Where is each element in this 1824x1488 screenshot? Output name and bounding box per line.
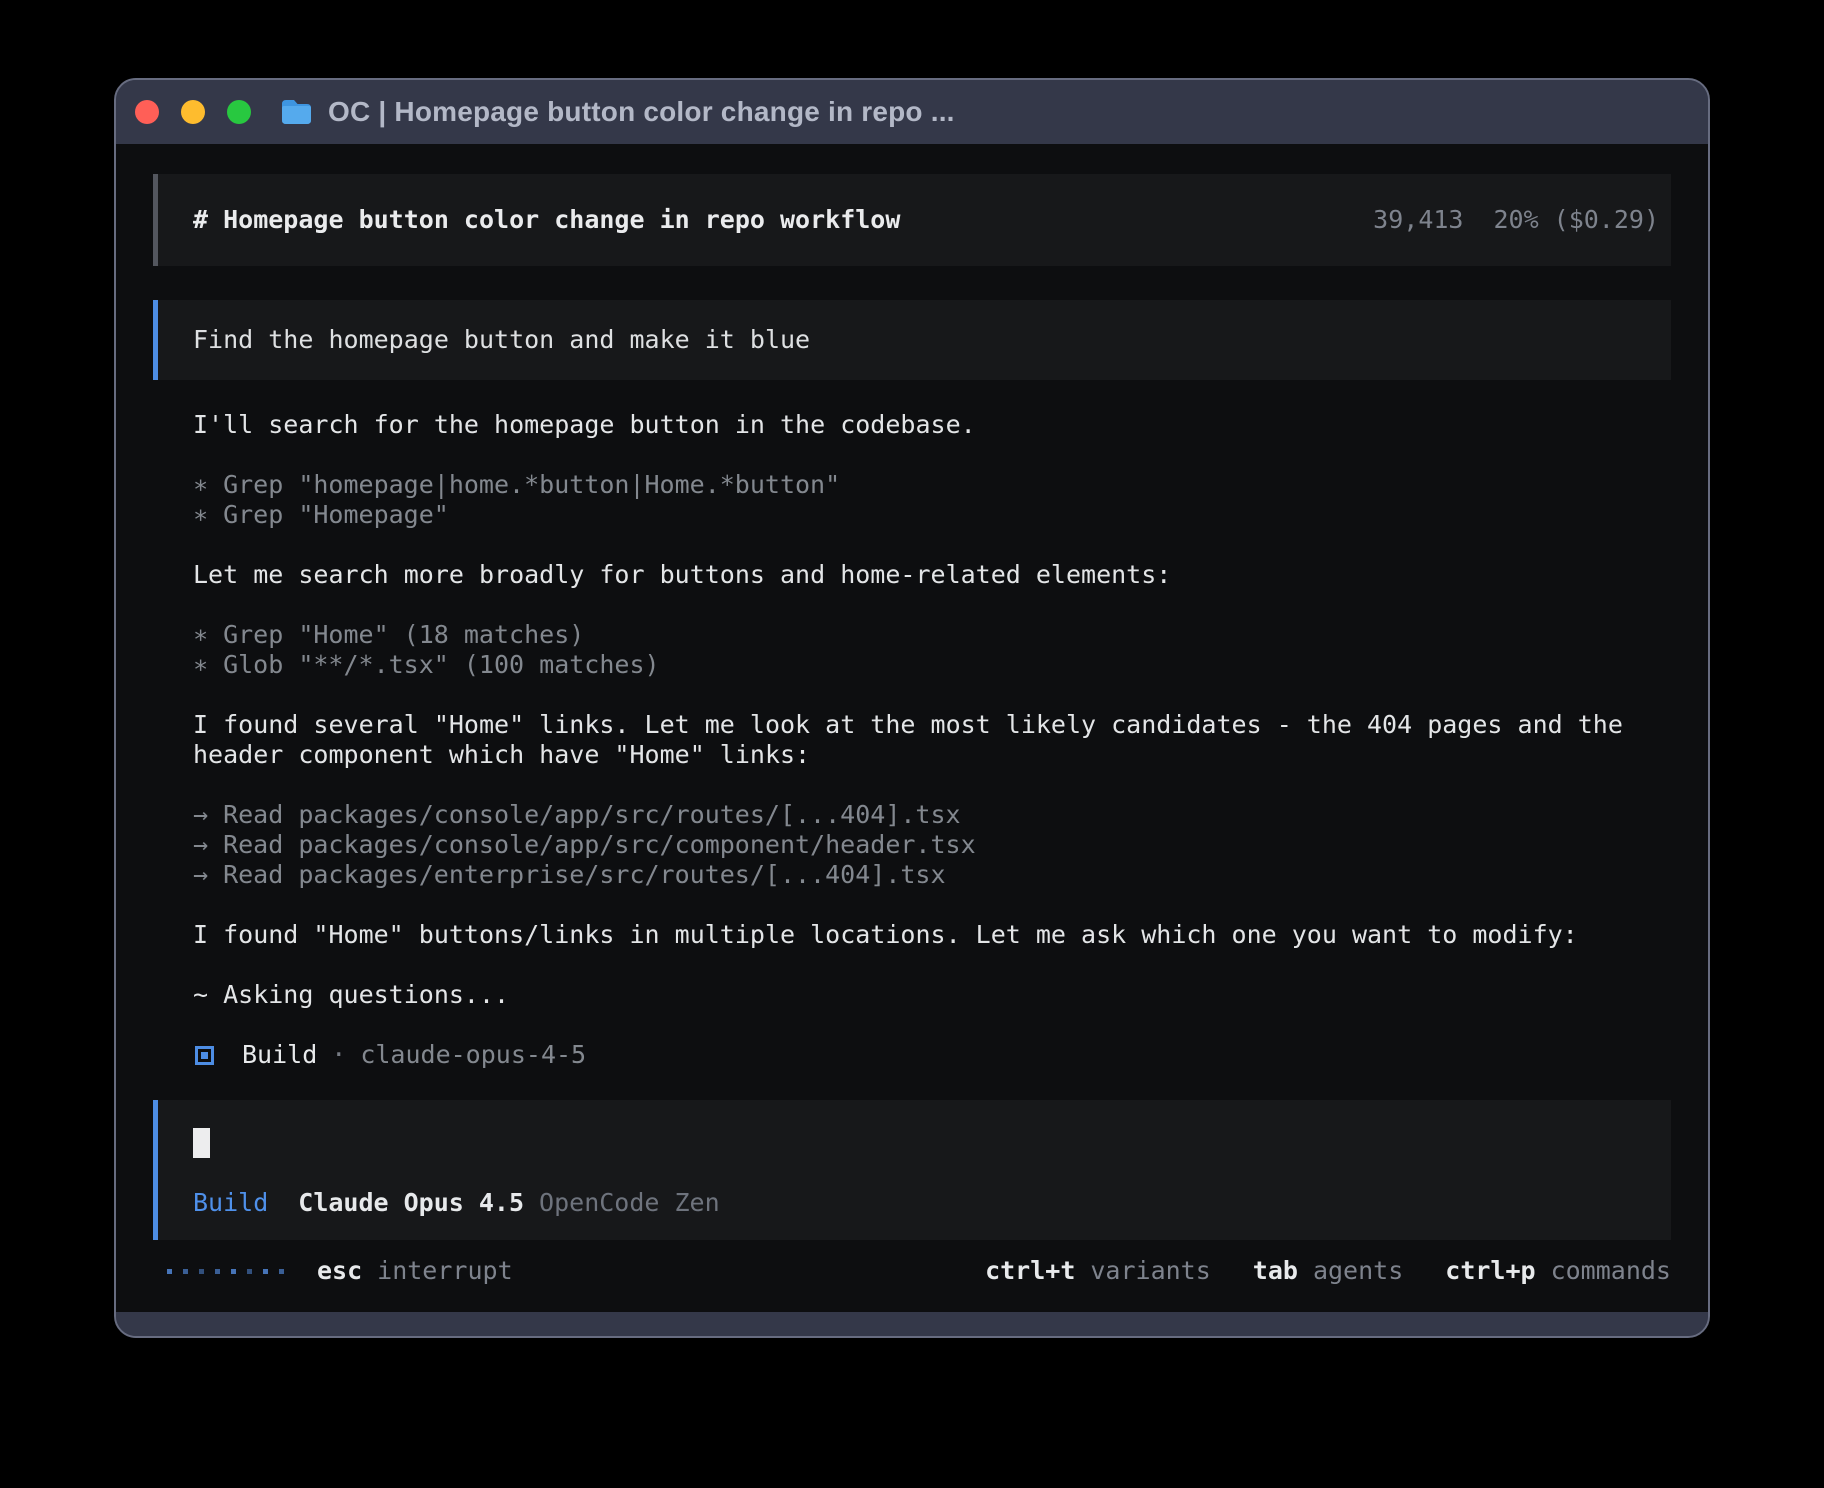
- user-message: Find the homepage button and make it blu…: [153, 300, 1671, 380]
- tool-marker-icon: ∗: [193, 470, 208, 499]
- input-agent-label[interactable]: Build: [193, 1188, 268, 1218]
- status-bar: esc interrupt ctrl+t variants tab agents c…: [153, 1256, 1671, 1286]
- context-percent: 20%: [1493, 205, 1538, 234]
- titlebar[interactable]: OC | Homepage button color change in rep…: [116, 80, 1708, 144]
- tool-marker-icon: ∗: [193, 500, 208, 529]
- arrow-right-icon: →: [193, 800, 208, 829]
- arrow-right-icon: →: [193, 830, 208, 859]
- agent-name: Build: [242, 1040, 317, 1070]
- spinner-dots-icon: [167, 1269, 284, 1274]
- assistant-text-line: I found several "Home" links. Let me loo…: [193, 710, 1671, 740]
- assistant-text: I found "Home" buttons/links in multiple…: [193, 920, 1671, 950]
- agent-badge: Build · claude-opus-4-5: [193, 1040, 1671, 1070]
- shortcut-commands: ctrl+p commands: [1445, 1256, 1671, 1286]
- window-footer: [116, 1312, 1708, 1336]
- esc-action-hint: interrupt: [377, 1256, 512, 1286]
- shortcut-agents: tab agents: [1253, 1256, 1403, 1286]
- tool-call-glob: ∗ Glob "**/*.tsx" (100 matches): [193, 650, 1671, 680]
- assistant-transcript: I'll search for the homepage button in t…: [193, 410, 1671, 1070]
- zoom-button[interactable]: [227, 100, 251, 124]
- text-cursor: [193, 1128, 210, 1158]
- shortcut-action: commands: [1551, 1256, 1671, 1285]
- window-title: OC | Homepage button color change in rep…: [328, 96, 955, 128]
- assistant-text-line: header component which have "Home" links…: [193, 740, 1671, 770]
- session-header: # Homepage button color change in repo w…: [153, 174, 1671, 266]
- tool-call-read: → Read packages/console/app/src/component…: [193, 830, 1671, 860]
- status-left: esc interrupt: [153, 1256, 513, 1286]
- terminal-content: # Homepage button color change in repo w…: [116, 144, 1708, 1312]
- tool-call-text: Read packages/console/app/src/component/…: [223, 830, 976, 859]
- prompt-input[interactable]: Build Claude Opus 4.5 OpenCode Zen: [153, 1100, 1671, 1240]
- token-count: 39,413: [1373, 205, 1463, 234]
- traffic-lights: [135, 100, 251, 124]
- arrow-right-icon: →: [193, 860, 208, 889]
- tool-call-text: Grep "Homepage": [223, 500, 449, 529]
- tool-call-text: Grep "homepage|home.*button|Home.*button…: [223, 470, 840, 499]
- tool-call-text: Grep "Home" (18 matches): [223, 620, 584, 649]
- shortcut-action: variants: [1090, 1256, 1210, 1285]
- session-title: # Homepage button color change in repo w…: [193, 205, 900, 235]
- title-group: OC | Homepage button color change in rep…: [280, 80, 955, 144]
- folder-icon: [280, 98, 313, 126]
- shortcut-key: ctrl+p: [1445, 1256, 1535, 1285]
- tool-call-read: → Read packages/console/app/src/routes/[.…: [193, 800, 1671, 830]
- shortcut-key: tab: [1253, 1256, 1298, 1285]
- tool-marker-icon: ∗: [193, 650, 208, 679]
- status-right: ctrl+t variants tab agents ctrl+p commands: [985, 1256, 1671, 1286]
- assistant-status: ~ Asking questions...: [193, 980, 1671, 1010]
- tool-call-group: ∗ Grep "Home" (18 matches) ∗ Glob "**/*.ts…: [193, 620, 1671, 680]
- input-provider-label: OpenCode Zen: [539, 1188, 720, 1218]
- tool-call-grep: ∗ Grep "homepage|home.*button|Home.*butto…: [193, 470, 1671, 500]
- input-model-label[interactable]: Claude Opus 4.5: [298, 1188, 524, 1218]
- tool-call-grep: ∗ Grep "Home" (18 matches): [193, 620, 1671, 650]
- session-cost: ($0.29): [1554, 205, 1659, 234]
- shortcut-variants: ctrl+t variants: [985, 1256, 1211, 1286]
- tool-marker-icon: ∗: [193, 620, 208, 649]
- minimize-button[interactable]: [181, 100, 205, 124]
- tool-call-text: Glob "**/*.tsx" (100 matches): [223, 650, 660, 679]
- tool-call-grep: ∗ Grep "Homepage": [193, 500, 1671, 530]
- tool-call-group: ∗ Grep "homepage|home.*button|Home.*butto…: [193, 470, 1671, 530]
- esc-key-hint: esc: [317, 1256, 362, 1286]
- tool-call-group: → Read packages/console/app/src/routes/[.…: [193, 800, 1671, 890]
- close-button[interactable]: [135, 100, 159, 124]
- shortcut-key: ctrl+t: [985, 1256, 1075, 1285]
- assistant-text: I found several "Home" links. Let me loo…: [193, 710, 1671, 770]
- tool-call-read: → Read packages/enterprise/src/routes/[..…: [193, 860, 1671, 890]
- dot-separator: ·: [331, 1040, 346, 1070]
- tool-call-text: Read packages/console/app/src/routes/[..…: [223, 800, 961, 829]
- agent-build-icon: [195, 1046, 214, 1065]
- assistant-text: I'll search for the homepage button in t…: [193, 410, 1671, 440]
- session-stats: 39,413 20% ($0.29): [1373, 205, 1659, 235]
- shortcut-action: agents: [1313, 1256, 1403, 1285]
- tool-call-text: Read packages/enterprise/src/routes/[...…: [223, 860, 945, 889]
- user-message-text: Find the homepage button and make it blu…: [193, 325, 810, 354]
- agent-model: claude-opus-4-5: [360, 1040, 586, 1070]
- assistant-text: Let me search more broadly for buttons a…: [193, 560, 1671, 590]
- terminal-window: OC | Homepage button color change in rep…: [114, 78, 1710, 1338]
- input-meta: Build Claude Opus 4.5 OpenCode Zen: [193, 1188, 1645, 1218]
